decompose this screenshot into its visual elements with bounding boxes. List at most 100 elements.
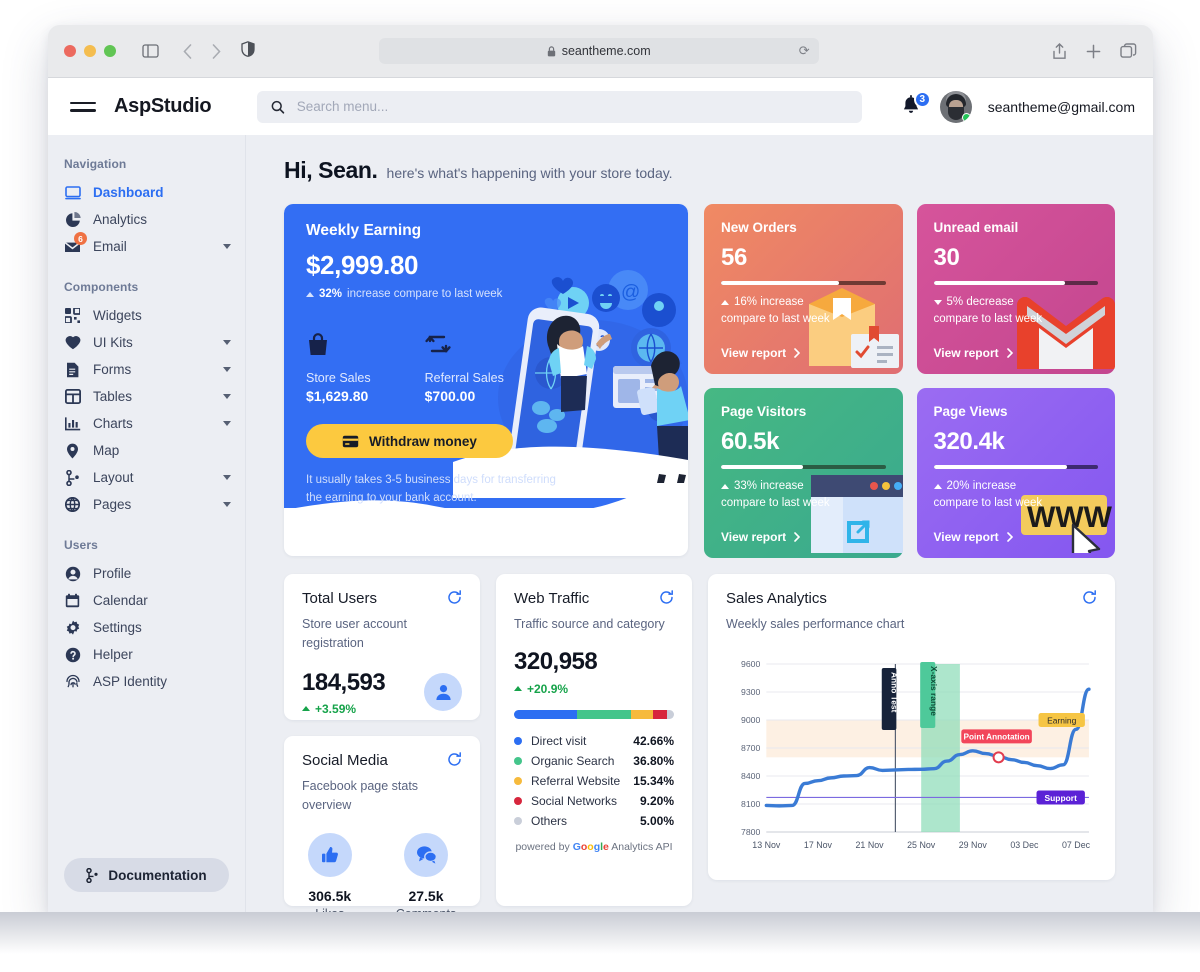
minimize-window-button[interactable] — [84, 45, 96, 57]
store-sales-label: Store Sales — [306, 371, 371, 385]
notification-count-badge: 3 — [913, 90, 931, 108]
stat-card-title: New Orders — [721, 220, 797, 235]
fingerprint-icon — [64, 673, 81, 690]
sidebar-item-profile[interactable]: Profile — [48, 560, 245, 587]
refresh-icon[interactable] — [1082, 590, 1097, 610]
view-report-link[interactable]: View report — [934, 346, 1013, 360]
sidebar-nav: Navigation Dashboard Analytics 6 Email Compon… — [48, 151, 245, 695]
legend-value: 5.00% — [639, 813, 674, 828]
sidebar-item-charts[interactable]: Charts — [48, 410, 245, 437]
sidebar-item-widgets[interactable]: Widgets — [48, 302, 245, 329]
chevron-down-icon[interactable] — [223, 340, 231, 345]
legend-label: Organic Search — [531, 753, 615, 768]
search-input[interactable] — [296, 99, 849, 114]
chevron-down-icon[interactable] — [223, 244, 231, 249]
shield-icon[interactable] — [241, 40, 255, 62]
weekly-earning-amount: $2,999.80 — [306, 250, 419, 280]
avatar[interactable] — [939, 90, 972, 123]
stat-card-value: 56 — [721, 244, 747, 271]
chevron-down-icon[interactable] — [223, 367, 231, 372]
social-media-title: Social Media — [302, 752, 388, 769]
address-bar[interactable]: seantheme.com ⟳ — [378, 38, 819, 64]
map-pin-icon — [64, 442, 81, 459]
refresh-icon[interactable] — [447, 590, 462, 610]
sidebar-item-label: Analytics — [93, 212, 148, 227]
sidebar-item-dashboard[interactable]: Dashboard — [48, 179, 245, 206]
maximize-window-button[interactable] — [104, 45, 116, 57]
sidebar-item-settings[interactable]: Settings — [48, 614, 245, 641]
refresh-icon[interactable] — [659, 590, 674, 610]
weekly-earning-content: Weekly Earning $2,999.80 32% increase co… — [284, 204, 688, 508]
view-report-link[interactable]: View report — [934, 530, 1013, 544]
sales-analytics-card: Sales Analytics Weekly sales performance… — [708, 574, 1115, 880]
chart-y-tick-label: 9300 — [741, 687, 760, 697]
reload-icon[interactable]: ⟳ — [799, 43, 810, 59]
sidebar-item-forms[interactable]: Forms — [48, 356, 245, 383]
weekly-earning-change-text: increase compare to last week — [347, 288, 503, 300]
window-controls[interactable] — [64, 45, 116, 57]
sidebar-item-analytics[interactable]: Analytics — [48, 206, 245, 233]
stat-change-subtext: compare to last week — [933, 496, 1043, 509]
sidebar-item-asp-identity[interactable]: ASP Identity — [48, 668, 245, 695]
gear-icon — [64, 619, 81, 636]
traffic-legend: Direct visit 42.66% Organic Search 36.80% Re… — [514, 731, 674, 831]
traffic-segment — [576, 709, 631, 719]
sidebar-item-label: Layout — [93, 470, 134, 485]
web-traffic-card: Web Traffic Traffic source and category … — [496, 574, 692, 906]
search-box[interactable] — [257, 90, 863, 123]
stat-change-text: 20% increase — [946, 480, 1017, 492]
app-body: Navigation Dashboard Analytics 6 Email Compon… — [48, 135, 1153, 912]
sidebar-section-title: Components — [64, 280, 139, 294]
trend-up-icon — [302, 706, 310, 711]
legend-value: 36.80% — [633, 753, 674, 768]
globe-icon — [64, 496, 81, 513]
sidebar-item-tables[interactable]: Tables — [48, 383, 245, 410]
stat-change-subtext: compare to last week — [933, 312, 1043, 325]
plus-icon — [1086, 44, 1101, 58]
sidebar-toggle-icon[interactable] — [142, 44, 159, 58]
chevron-down-icon[interactable] — [223, 502, 231, 507]
hamburger-menu-icon[interactable] — [70, 101, 96, 112]
sidebar-item-label: Dashboard — [93, 185, 164, 200]
social-media-stats: 306.5k Likes 27.5k Comments — [302, 832, 462, 912]
sidebar-item-map[interactable]: Map — [48, 437, 245, 464]
sidebar-item-label: Pages — [93, 497, 132, 512]
user-email-label[interactable]: seantheme@gmail.com — [988, 99, 1135, 115]
sales-analytics-chart[interactable]: 7800 8100 8400 8700 9000 9300 9600 X-axis range… — [726, 646, 1097, 868]
footer-suffix: Analytics API — [611, 840, 673, 853]
documentation-button[interactable]: Documentation — [64, 858, 229, 892]
notification-bell-icon[interactable]: 3 — [900, 90, 931, 120]
sidebar-item-layout[interactable]: Layout — [48, 464, 245, 491]
chart-x-tick-label: 25 Nov — [907, 840, 936, 850]
sales-analytics-subtitle: Weekly sales performance chart — [726, 617, 905, 631]
withdraw-money-button[interactable]: Withdraw money — [306, 424, 513, 458]
greeting: Hi, Sean. here's what's happening with y… — [284, 157, 1115, 184]
chevron-down-icon[interactable] — [223, 394, 231, 399]
view-report-label: View report — [933, 530, 999, 544]
view-report-link[interactable]: View report — [721, 530, 801, 544]
traffic-segment — [653, 709, 667, 719]
refresh-icon[interactable] — [447, 752, 462, 772]
chevron-down-icon[interactable] — [223, 421, 231, 426]
header-actions: 3 seantheme@gmail.com — [900, 90, 1135, 123]
legend-color-dot — [514, 756, 522, 765]
view-report-link[interactable]: View report — [721, 346, 801, 360]
browser-toolbar-actions[interactable] — [1052, 42, 1137, 60]
sidebar-item-pages[interactable]: Pages — [48, 491, 245, 518]
store-sales-value: $1,629.80 — [306, 388, 369, 404]
sidebar-item-email[interactable]: 6 Email — [48, 232, 245, 260]
stat-progress-bar — [933, 465, 1098, 469]
stat-card-unread-email: Unread email 30 5% decrease compare to last… — [916, 204, 1115, 374]
sidebar-item-calendar[interactable]: Calendar — [48, 587, 245, 614]
chevron-down-icon[interactable] — [223, 475, 231, 480]
brand-logo[interactable]: AspStudio — [114, 95, 212, 118]
sidebar-item-helper[interactable]: Helper — [48, 641, 245, 668]
social-stat-comments: 27.5k Comments — [396, 832, 456, 912]
footer-prefix: powered by — [515, 840, 570, 853]
close-window-button[interactable] — [64, 45, 76, 57]
view-report-label: View report — [933, 346, 999, 360]
google-wordmark: Google — [572, 840, 609, 853]
browser-navigation[interactable] — [183, 43, 221, 59]
sidebar-item-ui-kits[interactable]: UI Kits — [48, 329, 245, 356]
stat-card-page-views: WWW Page Views 320.4k 20% increase compare t… — [916, 388, 1115, 558]
